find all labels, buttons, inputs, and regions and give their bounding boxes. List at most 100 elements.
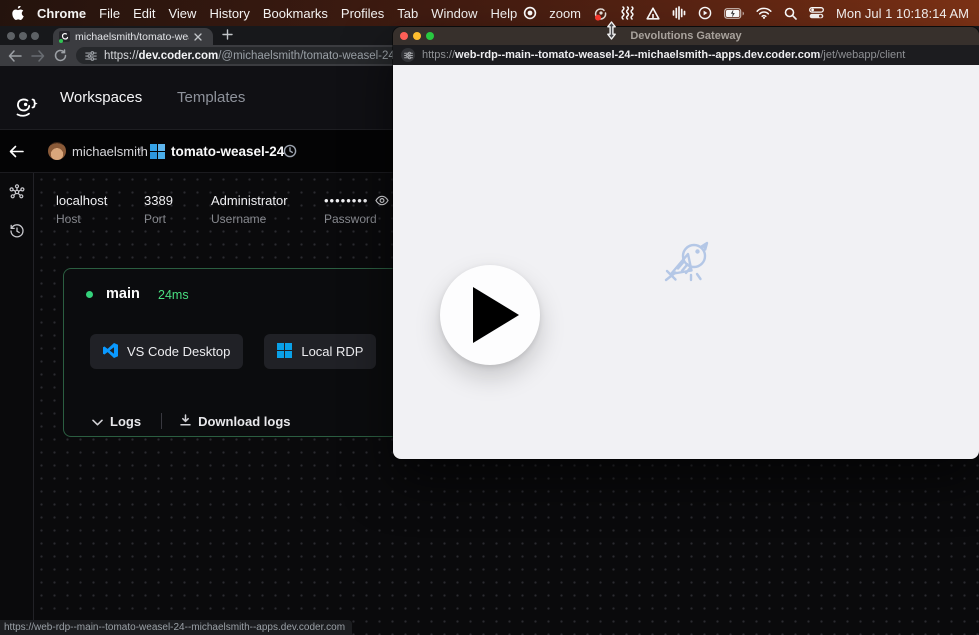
wifi-icon[interactable] [756,5,772,21]
show-password-eye-icon[interactable] [375,195,389,206]
logs-toggle-button[interactable]: Logs [92,414,141,429]
menu-window[interactable]: Window [431,6,477,21]
zoom-menu-label[interactable]: zoom [549,6,581,21]
window-controls [7,32,39,40]
tab-title: michaelsmith/tomato-weasel- [75,31,189,43]
camera-recorder-icon[interactable] [593,5,609,21]
port-label: Port [144,212,173,226]
password-value: •••••••• [324,193,368,208]
tab-status-dot [59,39,63,43]
agent-name: main [106,286,140,302]
download-logs-label: Download logs [198,414,290,429]
coder-favicon [59,31,70,42]
play-session-button[interactable] [440,265,540,365]
control-center-icon[interactable] [809,5,824,21]
host-label: Host [56,212,107,226]
port-value: 3389 [144,193,173,208]
local-rdp-button-label: Local RDP [301,344,363,359]
reload-button[interactable] [54,49,67,62]
download-logs-button[interactable]: Download logs [180,414,290,429]
gateway-content [393,65,979,459]
gateway-window-controls [400,32,434,40]
menu-bookmarks[interactable]: Bookmarks [263,6,328,21]
waves-icon[interactable] [621,5,634,21]
back-arrow-icon[interactable] [9,145,24,158]
agent-status-dot [86,291,93,298]
equalizer-icon[interactable] [672,5,686,21]
port-field: 3389 Port [144,193,173,226]
browser-tab[interactable]: michaelsmith/tomato-weasel- [53,28,213,45]
nav-templates[interactable]: Templates [177,89,245,106]
host-value: localhost [56,193,107,208]
gateway-titlebar[interactable]: Devolutions Gateway [393,27,979,45]
play-circle-icon[interactable] [698,5,712,21]
password-label: Password [324,212,389,226]
history-icon[interactable] [9,223,25,239]
new-tab-button[interactable] [222,29,233,40]
password-field: •••••••• Password [324,193,389,226]
gateway-zoom-button[interactable] [426,32,434,40]
url-scheme: https:// [104,50,139,62]
chevron-down-icon [92,414,103,429]
coder-logo-icon[interactable] [13,95,39,124]
gateway-address-bar[interactable]: https://web-rdp--main--tomato-weasel-24-… [393,45,979,65]
desktop: Chrome File Edit View History Bookmarks … [0,0,979,635]
vscode-icon [103,343,118,361]
username-label: Username [211,212,288,226]
macos-menubar: Chrome File Edit View History Bookmarks … [0,0,979,26]
logs-divider [161,413,162,429]
site-settings-icon[interactable] [85,50,97,62]
username-field: Administrator Username [211,193,288,226]
record-icon[interactable] [523,5,537,21]
gateway-url-domain: web-rdp--main--tomato-weasel-24--michael… [455,49,820,61]
menu-help[interactable]: Help [491,6,518,21]
link-preview-statusbar: https://web-rdp--main--tomato-weasel-24-… [0,620,352,635]
resources-topology-icon[interactable] [9,184,25,200]
gateway-minimize-button[interactable] [413,32,421,40]
gateway-close-button[interactable] [400,32,408,40]
resize-cursor-icon [604,21,619,45]
menu-file[interactable]: File [99,6,120,21]
menu-history[interactable]: History [209,6,249,21]
vscode-desktop-button[interactable]: VS Code Desktop [90,334,243,369]
menubar-menus: Chrome File Edit View History Bookmarks … [12,5,517,21]
menu-tab[interactable]: Tab [397,6,418,21]
close-window-button[interactable] [7,32,15,40]
forward-button[interactable] [31,50,45,62]
user-avatar[interactable] [48,142,66,160]
agent-latency: 24ms [158,288,189,302]
breadcrumb-workspace-name[interactable]: tomato-weasel-24 [171,144,284,159]
gateway-url-path: /jet/webapp/client [820,49,905,61]
gateway-url-scheme: https:// [422,49,455,61]
windows-os-icon [150,144,165,164]
nav-workspaces[interactable]: Workspaces [60,89,142,106]
tab-close-icon[interactable] [194,33,202,41]
download-icon [180,414,191,429]
menubar-clock[interactable]: Mon Jul 1 10:18:14 AM [836,6,969,21]
url-domain: dev.coder.com [139,50,219,62]
agent-logs-row: Logs Download logs [92,408,291,434]
battery-icon[interactable] [724,5,744,21]
triangle-icon[interactable] [646,5,660,21]
devolutions-bird-logo [663,237,713,292]
apple-icon[interactable] [12,5,24,21]
menubar-app-name[interactable]: Chrome [37,6,86,21]
zoom-window-button[interactable] [31,32,39,40]
breadcrumb-username[interactable]: michaelsmith [72,144,148,159]
local-rdp-button[interactable]: Local RDP [264,334,376,369]
schedule-clock-icon[interactable] [283,144,297,158]
minimize-window-button[interactable] [19,32,27,40]
workspace-side-rail [0,173,34,635]
menu-view[interactable]: View [168,6,196,21]
search-icon[interactable] [784,5,797,21]
menu-edit[interactable]: Edit [133,6,155,21]
back-button[interactable] [8,50,22,62]
menu-profiles[interactable]: Profiles [341,6,384,21]
logs-label: Logs [110,414,141,429]
gateway-site-settings-icon[interactable] [401,48,415,62]
breadcrumb-separator: / [138,144,142,159]
gateway-window: Devolutions Gateway https://web-rdp--mai… [393,27,979,459]
gateway-url-text: https://web-rdp--main--tomato-weasel-24-… [422,49,905,61]
host-field: localhost Host [56,193,107,226]
gateway-window-title: Devolutions Gateway [630,30,741,42]
